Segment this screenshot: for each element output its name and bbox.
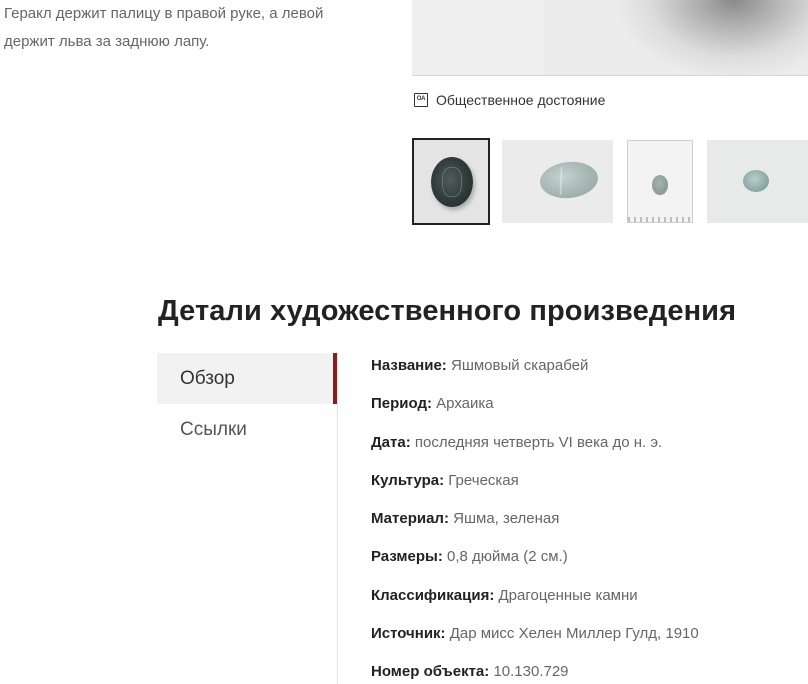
detail-label: Дата: xyxy=(371,433,411,451)
scarab-side-view-icon xyxy=(538,159,600,201)
detail-value: Яшма, зеленая xyxy=(453,510,560,528)
detail-value: последняя четверть VI века до н. э. xyxy=(414,433,663,451)
license-info[interactable]: OA Общественное достояние xyxy=(414,90,605,110)
oa-icon: OA xyxy=(414,93,428,107)
license-label[interactable]: Общественное достояние xyxy=(436,92,605,108)
detail-label: Материал: xyxy=(371,510,449,528)
tabs-divider xyxy=(337,353,338,684)
details-list: Название: Яшмовый скарабей Период: Архаи… xyxy=(371,355,801,684)
image-strip xyxy=(412,0,544,75)
detail-row-object-number: Номер объекта: 10.130.729 xyxy=(371,661,801,684)
detail-value: Драгоценные камни xyxy=(498,586,638,604)
scarab-seal-impression-icon xyxy=(431,157,473,207)
details-tabs: Обзор Ссылки xyxy=(157,353,337,455)
detail-label: Размеры: xyxy=(371,548,443,566)
description-line: Геракл держит палицу в правой руке, а ле… xyxy=(4,5,324,22)
detail-value: 10.130.729 xyxy=(493,663,569,681)
main-object-image[interactable] xyxy=(412,0,808,76)
detail-row-classification: Классификация: Драгоценные камни xyxy=(371,585,801,623)
detail-label: Классификация: xyxy=(371,586,495,604)
detail-row-credit: Источник: Дар мисс Хелен Миллер Гулд, 19… xyxy=(371,623,801,661)
section-title: Детали художественного произведения xyxy=(158,295,737,327)
detail-label: Источник: xyxy=(371,625,446,643)
image-thumbnails xyxy=(412,138,808,225)
detail-row-material: Материал: Яшма, зеленая xyxy=(371,508,801,546)
detail-row-period: Период: Архаика xyxy=(371,393,801,431)
detail-label: Культура: xyxy=(371,471,445,489)
description-line: держит льва за заднюю лапу. xyxy=(4,33,210,50)
detail-label: Название: xyxy=(371,357,447,374)
object-description: Геракл держит палицу в правой руке, а ле… xyxy=(4,0,404,56)
detail-row-title: Название: Яшмовый скарабей xyxy=(371,355,801,393)
detail-value: 0,8 дюйма (2 см.) xyxy=(447,548,568,566)
thumbnail-1[interactable] xyxy=(412,138,490,225)
image-photo xyxy=(544,0,808,75)
scarab-with-ruler-icon xyxy=(652,175,668,195)
detail-row-culture: Культура: Греческая xyxy=(371,470,801,508)
tab-references[interactable]: Ссылки xyxy=(157,404,337,455)
ruler-mark xyxy=(628,217,692,222)
detail-value: Греческая xyxy=(448,471,519,489)
thumbnail-2[interactable] xyxy=(502,140,613,223)
detail-value: Дар мисс Хелен Миллер Гулд, 1910 xyxy=(449,625,699,643)
thumbnail-3[interactable] xyxy=(627,140,693,223)
detail-row-date: Дата: последняя четверть VI века до н. э… xyxy=(371,432,801,470)
scarab-top-view-icon xyxy=(743,170,769,192)
detail-label: Период: xyxy=(371,395,432,413)
detail-row-dimensions: Размеры: 0,8 дюйма (2 см.) xyxy=(371,546,801,584)
detail-value: Архаика xyxy=(436,395,494,413)
detail-value: Яшмовый скарабей xyxy=(450,357,589,374)
detail-label: Номер объекта: xyxy=(371,663,490,681)
figure-mark xyxy=(442,167,462,197)
thumbnail-4[interactable] xyxy=(707,140,808,223)
tab-overview[interactable]: Обзор xyxy=(157,353,337,404)
